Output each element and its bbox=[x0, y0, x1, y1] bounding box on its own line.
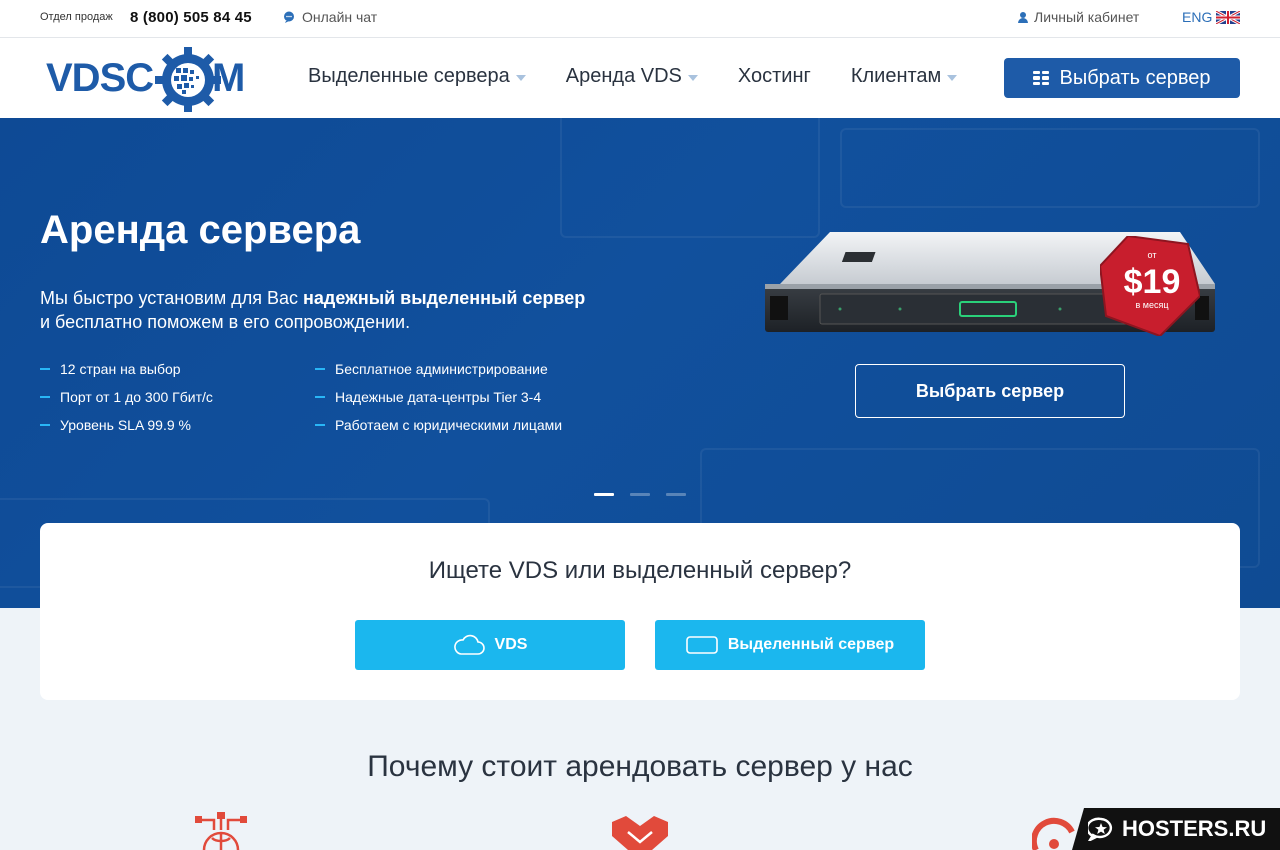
sales-phone-link[interactable]: 8 (800) 505 84 45 bbox=[130, 9, 252, 26]
hero-title: Аренда сервера bbox=[40, 208, 361, 252]
online-chat-link[interactable]: Онлайн чат bbox=[283, 9, 377, 25]
list-item: Порт от 1 до 300 Гбит/с bbox=[40, 383, 213, 411]
main-header: VDSC M Выделенные сервера Аренда VDS Хос… bbox=[0, 38, 1280, 118]
hero-lead-text: Мы быстро установим для Вас bbox=[40, 288, 304, 308]
feature-text: Работаем с юридическими лицами bbox=[335, 417, 563, 433]
price-value: $19 bbox=[1124, 263, 1181, 301]
dedicated-server-button[interactable]: Выделенный сервер bbox=[655, 620, 925, 670]
personal-cabinet-label: Личный кабинет bbox=[1034, 9, 1140, 25]
background-decoration bbox=[560, 118, 820, 238]
background-decoration bbox=[840, 128, 1260, 208]
choose-server-header-label: Выбрать сервер bbox=[1059, 66, 1211, 89]
personal-cabinet-link[interactable]: Личный кабинет bbox=[1018, 9, 1139, 25]
nav-dedicated-servers[interactable]: Выделенные сервера bbox=[308, 65, 526, 88]
online-chat-label: Онлайн чат bbox=[302, 9, 378, 25]
gauge-icon bbox=[1032, 817, 1075, 850]
feature-text: Уровень SLA 99.9 % bbox=[60, 417, 191, 433]
feature-text: 12 стран на выбор bbox=[60, 361, 181, 377]
hero-features-left: 12 стран на выбор Порт от 1 до 300 Гбит/… bbox=[40, 355, 213, 439]
dedicated-server-label: Выделенный сервер bbox=[727, 636, 895, 653]
nav-clients-label: Клиентам bbox=[850, 65, 942, 87]
list-item: Уровень SLA 99.9 % bbox=[40, 411, 213, 439]
list-item: Надежные дата-центры Tier 3-4 bbox=[315, 383, 562, 411]
language-switch[interactable]: ENG bbox=[1182, 9, 1212, 25]
cloud-icon bbox=[453, 634, 485, 655]
svg-text:M: M bbox=[212, 56, 245, 100]
chat-star-icon bbox=[1088, 817, 1113, 841]
server-type-question: Ищете VDS или выделенный сервер? bbox=[428, 557, 852, 584]
main-nav: Выделенные сервера Аренда VDS Хостинг Кл… bbox=[308, 65, 997, 88]
hosters-watermark: HOSTERS.RU bbox=[1072, 808, 1280, 850]
vds-button[interactable]: VDS bbox=[355, 620, 625, 670]
chevron-down-icon bbox=[515, 74, 526, 81]
nav-dedicated-servers-label: Выделенные сервера bbox=[308, 65, 510, 87]
chevron-down-icon bbox=[687, 74, 698, 81]
uk-flag-icon[interactable] bbox=[1216, 11, 1240, 24]
vdscom-logo[interactable]: VDSC M bbox=[46, 46, 258, 112]
feature-text: Надежные дата-центры Tier 3-4 bbox=[335, 389, 542, 405]
nav-hosting[interactable]: Хостинг bbox=[738, 65, 811, 88]
price-from: от bbox=[1148, 250, 1157, 260]
chat-bubble-icon bbox=[284, 11, 294, 23]
list-item: Бесплатное администрирование bbox=[315, 355, 562, 383]
slider-dot[interactable] bbox=[630, 493, 650, 496]
nav-clients[interactable]: Клиентам bbox=[850, 65, 958, 88]
why-us-heading: Почему стоит арендовать сервер у нас bbox=[367, 750, 913, 783]
server-icon bbox=[686, 636, 718, 654]
svg-text:VDSC: VDSC bbox=[46, 56, 153, 100]
watermark-text: HOSTERS.RU bbox=[1122, 816, 1267, 841]
chevron-down-icon bbox=[947, 74, 958, 81]
choose-server-header-button[interactable]: Выбрать сервер bbox=[1004, 58, 1240, 98]
slider-dot[interactable] bbox=[666, 493, 686, 496]
server-grid-icon bbox=[1033, 71, 1050, 85]
network-globe-icon bbox=[195, 812, 247, 850]
vds-button-label: VDS bbox=[494, 636, 528, 653]
hero-features-right: Бесплатное администрирование Надежные да… bbox=[315, 355, 562, 439]
feature-text: Бесплатное администрирование bbox=[335, 361, 548, 377]
list-item: Работаем с юридическими лицами bbox=[315, 411, 562, 439]
top-bar: Отдел продаж 8 (800) 505 84 45 Онлайн ча… bbox=[0, 0, 1280, 38]
sales-label: Отдел продаж bbox=[40, 11, 113, 23]
list-item: 12 стран на выбор bbox=[40, 355, 213, 383]
user-icon bbox=[1018, 11, 1028, 23]
slider-dot[interactable] bbox=[594, 493, 614, 496]
nav-hosting-label: Хостинг bbox=[737, 65, 811, 87]
handshake-icon bbox=[612, 816, 668, 850]
price-period: в месяц bbox=[1135, 300, 1168, 310]
nav-vds-rent-label: Аренда VDS bbox=[565, 65, 682, 87]
nav-vds-rent[interactable]: Аренда VDS bbox=[566, 65, 698, 88]
slider-dots bbox=[594, 493, 686, 496]
hero-lead: Мы быстро установим для Вас надежный выд… bbox=[40, 286, 620, 334]
choose-server-hero-button[interactable]: Выбрать сервер bbox=[855, 364, 1125, 418]
hero-lead-bold: надежный выделенный сервер bbox=[303, 288, 586, 308]
feature-text: Порт от 1 до 300 Гбит/с bbox=[60, 389, 213, 405]
hero-lead-text-2: и бесплатно поможем в его сопровождении. bbox=[40, 312, 411, 332]
server-type-card: Ищете VDS или выделенный сервер? VDS Выд… bbox=[40, 523, 1240, 700]
price-badge: от $19 в месяц bbox=[1100, 236, 1200, 336]
